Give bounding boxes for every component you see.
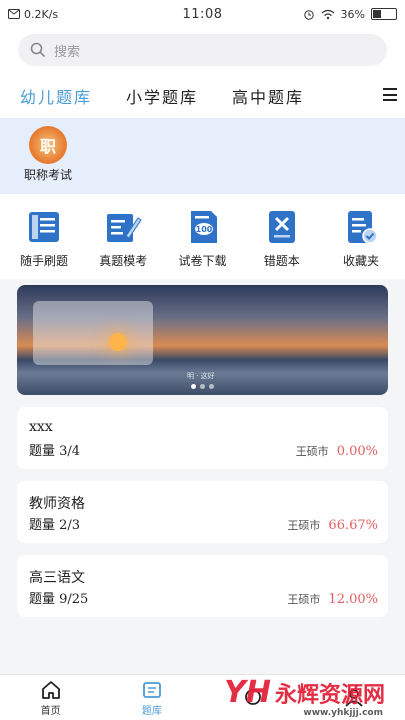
banner-dot xyxy=(209,384,214,389)
feature-practice[interactable]: 随手刷题 xyxy=(6,208,82,269)
tabbar-label: 题库 xyxy=(141,705,162,717)
clock: 11:08 xyxy=(182,6,223,22)
record-count: 题量 2/3 xyxy=(29,518,81,533)
svg-text:100: 100 xyxy=(195,225,212,234)
record-card[interactable]: xxx 题量 3/4 王硕市 0.00% xyxy=(17,407,388,469)
menu-icon[interactable] xyxy=(383,88,397,101)
home-icon xyxy=(41,680,60,699)
search-placeholder: 搜索 xyxy=(54,44,81,60)
network-speed: 0.2K/s xyxy=(24,7,59,21)
message-icon xyxy=(8,9,20,19)
battery-percent: 36% xyxy=(340,7,365,21)
feature-favorites[interactable]: 收藏夹 xyxy=(323,208,399,269)
edit-icon xyxy=(107,214,142,242)
battery-icon xyxy=(371,8,397,20)
wrong-book-icon xyxy=(268,211,295,243)
wifi-icon xyxy=(321,9,334,19)
feature-grid: 随手刷题 真题模考 100 试卷下载 错题本 收藏夹 xyxy=(0,194,405,279)
tabbar-question-bank[interactable]: 题库 xyxy=(101,675,202,720)
tab-highschool[interactable]: 高中题库 xyxy=(232,84,304,108)
category-tabs: 幼儿题库 小学题库 高中题库 xyxy=(0,74,405,118)
tab-kindergarten[interactable]: 幼儿题库 xyxy=(20,84,92,108)
feature-label: 错题本 xyxy=(263,254,300,268)
banner-dot xyxy=(200,384,205,389)
feature-wrong-book[interactable]: 错题本 xyxy=(244,208,320,269)
record-user: 王硕市 xyxy=(287,593,321,606)
feature-paper-download[interactable]: 100 试卷下载 xyxy=(165,208,241,269)
feature-label: 试卷下载 xyxy=(178,254,227,268)
promo-banner[interactable]: 明 · 这好 xyxy=(17,285,388,395)
subcategory-label: 职称考试 xyxy=(23,168,72,182)
feature-mock-exam[interactable]: 真题模考 xyxy=(85,208,161,269)
banner-indicator xyxy=(17,384,388,389)
tab-primary[interactable]: 小学题库 xyxy=(126,84,198,108)
record-card[interactable]: 高三语文 题量 9/25 王硕市 12.00% xyxy=(17,555,388,617)
record-count: 题量 9/25 xyxy=(29,592,89,607)
search-area: 搜索 xyxy=(0,28,405,74)
banner-glass-panel xyxy=(33,301,153,365)
bottom-tab-bar: 首页 题库 xyxy=(0,674,405,720)
search-icon xyxy=(30,42,46,58)
profile-icon xyxy=(345,689,364,707)
feature-label: 随手刷题 xyxy=(19,254,68,268)
record-percent: 66.67% xyxy=(328,518,378,533)
alarm-icon xyxy=(303,10,314,20)
record-percent: 12.00% xyxy=(328,592,378,607)
tabbar-label: 首页 xyxy=(40,705,61,717)
tabbar-item-3[interactable] xyxy=(203,675,304,720)
status-bar: 0.2K/s 11:08 36% xyxy=(0,0,405,28)
search-input[interactable]: 搜索 xyxy=(18,34,387,66)
record-user: 王硕市 xyxy=(287,519,321,532)
record-card[interactable]: 教师资格 题量 2/3 王硕市 66.67% xyxy=(17,481,388,543)
score-paper-icon: 100 xyxy=(190,211,217,243)
feature-label: 收藏夹 xyxy=(342,254,379,268)
tabbar-home[interactable]: 首页 xyxy=(0,675,101,720)
banner-dot xyxy=(191,384,196,389)
question-bank-icon xyxy=(142,681,161,698)
favorites-icon xyxy=(348,211,378,244)
tabbar-profile[interactable] xyxy=(304,675,405,720)
banner-sun xyxy=(109,333,127,351)
record-title: 高三语文 xyxy=(29,570,85,586)
record-percent: 0.00% xyxy=(336,444,378,459)
record-user: 王硕市 xyxy=(295,445,329,458)
book-icon xyxy=(29,212,59,242)
subcategory-item[interactable]: 职 职称考试 xyxy=(20,126,76,183)
subcategory-panel: 职 职称考试 xyxy=(0,118,405,194)
ring-icon xyxy=(245,689,262,705)
feature-label: 真题模考 xyxy=(99,254,148,268)
record-count: 题量 3/4 xyxy=(29,444,81,459)
banner-caption: 明 · 这好 xyxy=(187,372,215,380)
record-title: 教师资格 xyxy=(29,496,85,512)
record-title: xxx xyxy=(29,419,53,435)
exam-logo-icon: 职 xyxy=(29,126,67,164)
